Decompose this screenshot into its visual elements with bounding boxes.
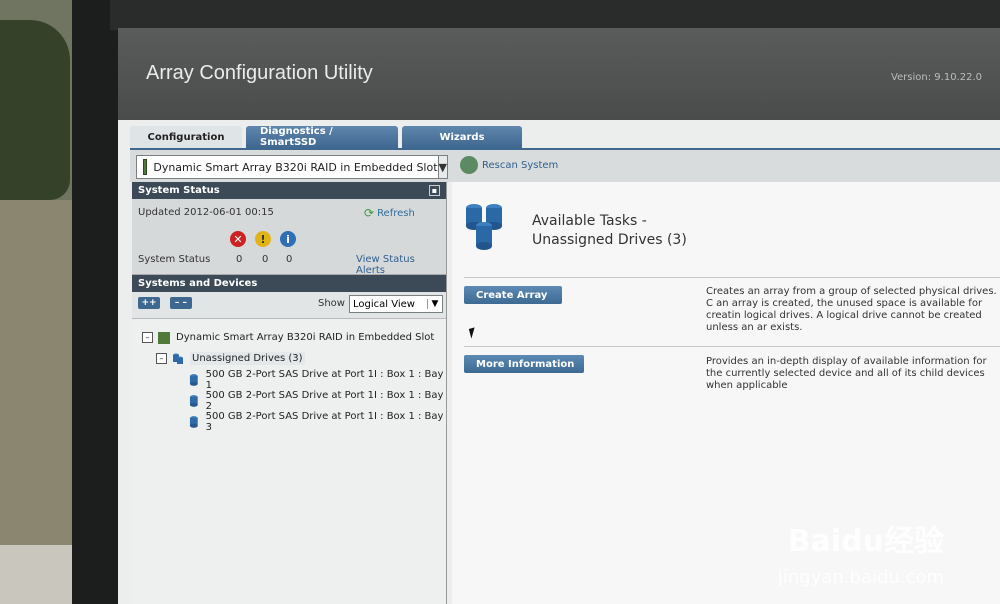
warning-count: 0	[262, 254, 269, 265]
tree-unassigned-label: Unassigned Drives (3)	[190, 352, 305, 365]
create-array-button[interactable]: Create Array	[464, 286, 562, 304]
mouse-cursor-icon	[468, 327, 478, 339]
device-tree: – Dynamic Smart Array B320i RAID in Embe…	[132, 319, 446, 433]
watermark-url: jingyan.baidu.com	[777, 567, 944, 588]
expand-all-button[interactable]: ++	[138, 297, 160, 309]
drive-icon	[189, 416, 198, 428]
tree-node-unassigned[interactable]: – Unassigned Drives (3)	[132, 348, 446, 369]
system-status-title: System Status	[138, 185, 220, 196]
warning-icon: !	[255, 231, 271, 247]
more-information-button[interactable]: More Information	[464, 355, 584, 373]
divider	[464, 346, 1000, 347]
rescan-system-link[interactable]: Rescan System	[460, 156, 558, 174]
collapse-toggle-icon[interactable]: –	[142, 332, 153, 343]
create-array-description: Creates an array from a group of selecte…	[706, 286, 997, 333]
systems-devices-title: Systems and Devices	[138, 278, 258, 289]
info-icon: i	[280, 231, 296, 247]
app-header: Array Configuration Utility Version: 9.1…	[118, 28, 1000, 120]
refresh-icon: ⟳	[364, 206, 375, 220]
tree-drive-label: 500 GB 2-Port SAS Drive at Port 1I : Box…	[205, 410, 444, 433]
controller-bar: Dynamic Smart Array B320i RAID in Embedd…	[130, 148, 1000, 182]
watermark-logo: Baidu经验	[787, 524, 944, 559]
drive-icon	[189, 395, 198, 407]
rescan-label: Rescan System	[482, 159, 559, 171]
error-icon: ✕	[230, 231, 246, 247]
view-status-alerts-link[interactable]: View Status Alerts	[356, 254, 440, 276]
chevron-down-icon[interactable]: ▼	[427, 299, 442, 309]
left-panel: System Status ▪ Updated 2012-06-01 00:15…	[132, 182, 447, 604]
tab-configuration[interactable]: Configuration	[130, 126, 242, 148]
status-icons: ✕ ! i	[230, 231, 296, 247]
background-plant	[0, 20, 70, 200]
tree-node-controller[interactable]: – Dynamic Smart Array B320i RAID in Embe…	[132, 327, 446, 348]
show-label: Show	[318, 298, 345, 309]
tree-toolbar: ++ – – Show Logical View ▼	[132, 292, 446, 319]
tasks-title-line1: Available Tasks -	[532, 213, 647, 229]
controller-icon	[143, 159, 148, 175]
tree-node-drive[interactable]: 500 GB 2-Port SAS Drive at Port 1I : Box…	[132, 389, 446, 412]
error-count: 0	[236, 254, 243, 265]
app-version: Version: 9.10.22.0	[890, 72, 982, 83]
refresh-link[interactable]: ⟳ Refresh	[364, 206, 415, 220]
updated-timestamp: Updated 2012-06-01 00:15	[138, 207, 274, 218]
tab-wizards[interactable]: Wizards	[402, 126, 522, 148]
collapse-all-button[interactable]: – –	[170, 297, 192, 309]
tree-node-drive[interactable]: 500 GB 2-Port SAS Drive at Port 1I : Box…	[132, 410, 446, 433]
system-status-header: System Status ▪	[132, 182, 446, 199]
collapse-icon[interactable]: ▪	[429, 185, 440, 196]
tree-drive-label: 500 GB 2-Port SAS Drive at Port 1I : Box…	[205, 389, 444, 412]
controller-select-value: Dynamic Smart Array B320i RAID in Embedd…	[153, 160, 438, 174]
rescan-icon	[460, 156, 478, 174]
drive-group-icon	[173, 353, 183, 364]
tree-node-drive[interactable]: 500 GB 2-Port SAS Drive at Port 1I : Box…	[132, 368, 446, 391]
view-select-value: Logical View	[353, 298, 415, 310]
tree-controller-label: Dynamic Smart Array B320i RAID in Embedd…	[176, 332, 435, 343]
more-information-description: Provides an in-depth display of availabl…	[706, 356, 987, 391]
info-count: 0	[286, 254, 293, 265]
chevron-down-icon[interactable]: ▼	[437, 156, 447, 178]
monitor-bezel-top	[110, 0, 1000, 30]
tab-bar: Configuration Diagnostics / SmartSSD Wiz…	[130, 126, 522, 148]
systems-devices-header: Systems and Devices	[132, 275, 446, 292]
refresh-label: Refresh	[377, 207, 415, 219]
tasks-title: Available Tasks - Unassigned Drives (3)	[532, 212, 782, 250]
background-shelf	[0, 200, 78, 604]
disk-stack-icon	[466, 204, 502, 250]
controller-select[interactable]: Dynamic Smart Array B320i RAID in Embedd…	[136, 155, 448, 179]
status-label: System Status	[138, 254, 211, 265]
system-status-box: Updated 2012-06-01 00:15 ⟳ Refresh ✕ ! i…	[132, 199, 446, 276]
tab-diagnostics[interactable]: Diagnostics / SmartSSD	[246, 126, 398, 148]
tree-drive-label: 500 GB 2-Port SAS Drive at Port 1I : Box…	[205, 368, 444, 391]
app-title: Array Configuration Utility	[146, 62, 373, 84]
controller-icon	[158, 331, 170, 344]
divider	[464, 277, 1000, 278]
drive-icon	[189, 374, 198, 386]
collapse-toggle-icon[interactable]: –	[156, 353, 167, 364]
tasks-title-line2: Unassigned Drives (3)	[532, 232, 687, 248]
view-select[interactable]: Logical View ▼	[349, 295, 443, 313]
